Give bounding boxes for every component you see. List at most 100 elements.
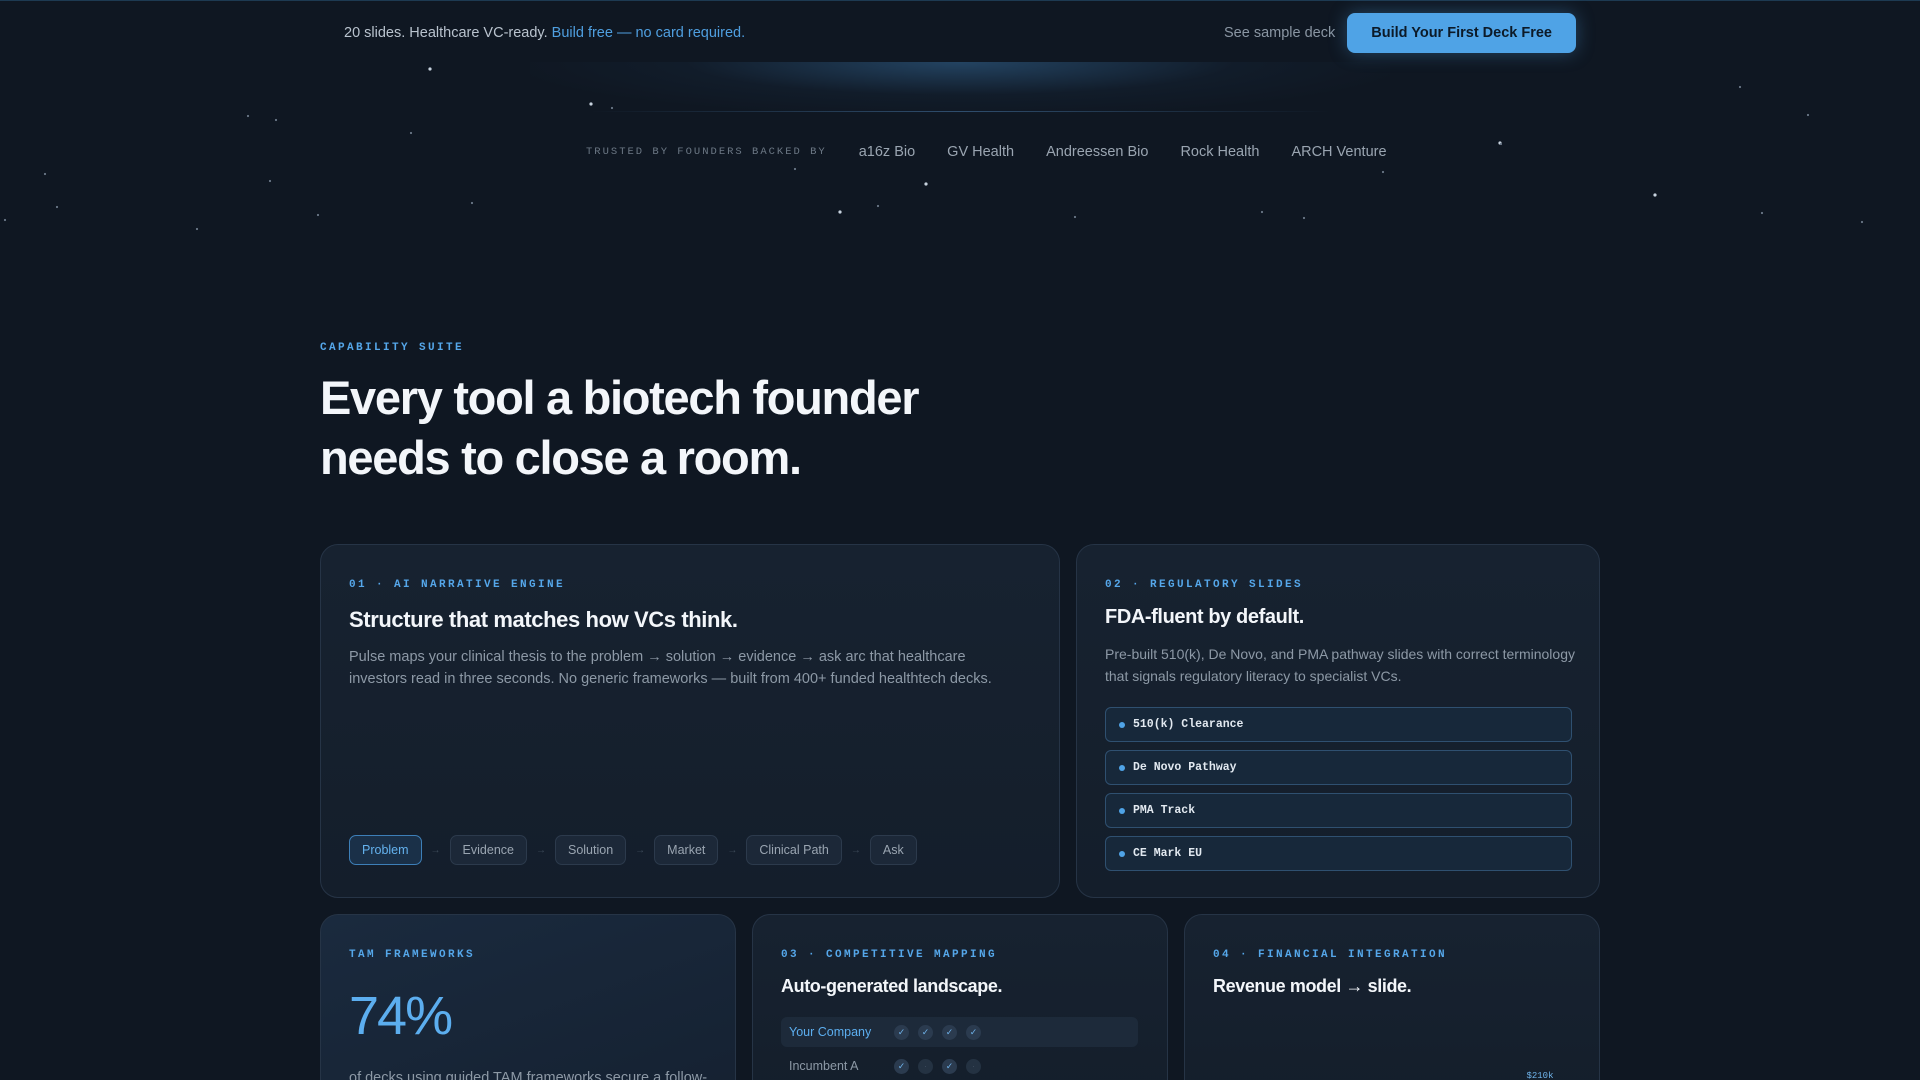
star-dot [470,201,474,205]
announcement-message: 20 slides. Healthcare VC-ready. [344,25,548,41]
competitive-mapping-card: 03 · COMPETITIVE MAPPING Auto-generated … [752,914,1168,1080]
check-icon: ✓ [966,1024,981,1040]
pathway-item[interactable]: 510(k) Clearance [1105,707,1572,742]
card-title: Auto-generated landscape. [781,976,1003,996]
competitor-name: Incumbent A [789,1059,859,1073]
star-dot [409,131,413,135]
feature-marks: ✓ ✓ ✓ ✓ [894,1024,981,1040]
star-dot [246,114,250,118]
star-dot [195,227,199,231]
narrative-pipeline: Problem → Evidence → Solution → Market →… [349,835,917,865]
star-dot [55,205,59,209]
card-tag: 01 · AI NARRATIVE ENGINE [349,579,566,591]
star-dot [1260,210,1264,214]
investor-logo: Andreessen Bio [1046,144,1149,160]
check-icon: ✓ [942,1058,957,1074]
regulatory-pathway-list: 510(k) Clearance De Novo Pathway PMA Tra… [1105,707,1572,871]
empty-mark-icon: · [918,1058,933,1074]
pathway-item[interactable]: De Novo Pathway [1105,750,1572,785]
star-dot [268,179,272,183]
tam-stat-description: of decks using guided TAM frameworks sec… [349,1070,708,1080]
investor-logo: Rock Health [1180,144,1260,160]
competitor-row-your-company: Your Company ✓ ✓ ✓ ✓ [781,1017,1138,1047]
financial-integration-card: 04 · FINANCIAL INTEGRATION Revenue model… [1184,914,1600,1080]
topbar-actions: See sample deck Build Your First Deck Fr… [1224,13,1576,53]
competitor-name: Your Company [789,1025,872,1039]
header-glow [530,62,1390,114]
star-dot [876,204,880,208]
card-tag: 03 · COMPETITIVE MAPPING [781,949,998,961]
investor-logos: a16z Bio GV Health Andreessen Bio Rock H… [859,144,1387,160]
section-eyebrow: CAPABILITY SUITE [320,342,465,354]
revenue-bar-chart: $70k$130k$210k [1526,1071,1553,1080]
star-dot [793,167,797,171]
pathway-label: CE Mark EU [1133,847,1203,860]
step-chip-solution[interactable]: Solution [554,835,627,865]
star-dot [428,67,432,71]
step-chip-problem[interactable]: Problem [349,835,422,865]
star-dot [838,210,842,214]
headline-line: Every tool a biotech founder [320,371,920,424]
card-tag: TAM FRAMEWORKS [349,949,476,961]
card-tag: 04 · FINANCIAL INTEGRATION [1213,949,1448,961]
feature-marks: ✓ · ✓ · [894,1058,981,1074]
announcement-bar: 20 slides. Healthcare VC-ready. Build fr… [344,12,1576,54]
narrative-engine-card: 01 · AI NARRATIVE ENGINE Structure that … [320,544,1060,898]
empty-mark-icon: · [966,1058,981,1074]
trusted-by-label: TRUSTED BY FOUNDERS BACKED BY [586,146,827,158]
pathway-label: De Novo Pathway [1133,761,1237,774]
bar-value-label: $210k [1526,1071,1553,1080]
competitor-row-incumbent-a: Incumbent A ✓ · ✓ · [781,1051,1138,1080]
trusted-by-row: TRUSTED BY FOUNDERS BACKED BY a16z Bio G… [586,144,1387,160]
pathway-label: 510(k) Clearance [1133,718,1244,731]
arrow-right-icon: → [850,844,861,856]
step-chip-evidence[interactable]: Evidence [449,835,527,865]
star-dot [1806,113,1810,117]
headline-line: needs to close a room. [320,431,802,484]
top-border [0,0,1920,1]
card-tag: 02 · REGULATORY SLIDES [1105,579,1304,591]
competitive-table: Your Company ✓ ✓ ✓ ✓ Incumbent A ✓ · ✓ · [781,1017,1138,1080]
card-description: Pulse maps your clinical thesis to the p… [349,649,992,687]
pathway-item[interactable]: PMA Track [1105,793,1572,828]
investor-logo: a16z Bio [858,144,916,160]
build-first-deck-button[interactable]: Build Your First Deck Free [1347,13,1576,53]
card-title: Structure that matches how VCs think. [349,607,738,632]
arrow-right-icon: → [430,844,441,856]
card-title: FDA-fluent by default. [1105,606,1304,628]
pathway-label: PMA Track [1133,804,1196,817]
announcement-text: 20 slides. Healthcare VC-ready. Build fr… [344,25,745,41]
see-sample-deck-link[interactable]: See sample deck [1224,25,1335,41]
star-dot [1073,215,1077,219]
star-dot [924,182,928,186]
regulatory-slides-card: 02 · REGULATORY SLIDES FDA-fluent by def… [1076,544,1600,898]
check-icon: ✓ [894,1058,909,1074]
check-icon: ✓ [918,1024,933,1040]
glow-divider [590,111,1330,112]
star-dot [3,218,7,222]
arrow-right-icon: → [535,844,546,856]
step-chip-ask[interactable]: Ask [869,835,917,865]
star-dot [1302,216,1306,220]
star-dot [1499,142,1503,146]
pathway-item[interactable]: CE Mark EU [1105,836,1572,871]
star-dot [1498,141,1502,145]
card-description: Pre-built 510(k), De Novo, and PMA pathw… [1105,646,1575,684]
arrow-right-icon: → [635,844,646,856]
star-dot [1653,193,1657,197]
step-chip-clinical-path[interactable]: Clinical Path [746,835,842,865]
investor-logo: GV Health [947,144,1015,160]
star-dot [43,172,47,176]
step-chip-market[interactable]: Market [654,835,719,865]
bullet-dot-icon [1119,807,1125,814]
star-dot [274,118,278,122]
star-dot [316,213,320,217]
check-icon: ✓ [942,1024,957,1040]
star-dot [1738,85,1742,89]
tam-stat-value: 74% [349,986,453,1046]
star-dot [1381,170,1385,174]
card-title: Revenue model → slide. [1213,976,1412,996]
bullet-dot-icon [1119,721,1125,728]
build-free-link[interactable]: Build free — no card required. [552,25,745,41]
bullet-dot-icon [1119,764,1125,771]
